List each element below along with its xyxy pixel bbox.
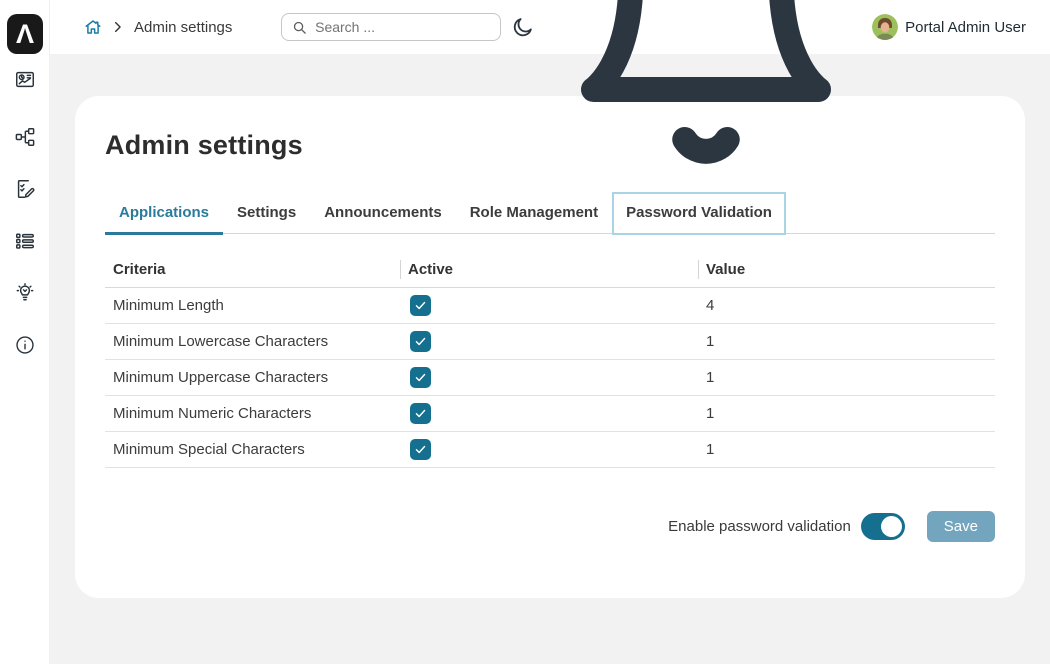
active-cell: [400, 295, 698, 316]
value-cell: 1: [698, 441, 995, 458]
table-row: Minimum Length 4: [105, 288, 995, 324]
app-logo[interactable]: Λ: [7, 14, 43, 54]
active-checkbox[interactable]: [410, 439, 431, 460]
main-content: Admin settings Applications Settings Ann…: [50, 54, 1050, 664]
tab-announcements[interactable]: Announcements: [310, 192, 456, 233]
criteria-cell: Minimum Uppercase Characters: [105, 369, 400, 386]
lightbulb-icon[interactable]: [14, 282, 36, 304]
list-icon[interactable]: [14, 230, 36, 252]
tab-applications[interactable]: Applications: [105, 192, 223, 233]
table-row: Minimum Numeric Characters 1: [105, 396, 995, 432]
active-cell: [400, 403, 698, 424]
chevron-right-icon: [111, 20, 125, 34]
card-footer: Enable password validation Save: [105, 511, 995, 542]
column-header-active: Active: [400, 252, 698, 287]
breadcrumb: Admin settings: [84, 18, 232, 36]
home-icon[interactable]: [84, 18, 102, 36]
value-cell: 1: [698, 405, 995, 422]
notifications: 99+: [556, 0, 856, 177]
tab-password-validation[interactable]: Password Validation: [612, 192, 786, 235]
user-avatar[interactable]: [872, 14, 898, 40]
search-box: [281, 13, 501, 41]
save-button[interactable]: Save: [927, 511, 995, 542]
active-checkbox[interactable]: [410, 331, 431, 352]
hierarchy-icon[interactable]: [14, 126, 36, 148]
value-cell: 1: [698, 333, 995, 350]
top-header: Admin settings 99+ Portal Admi: [50, 0, 1050, 54]
column-header-criteria: Criteria: [105, 252, 400, 287]
criteria-table: Criteria Active Value Minimum Length 4 M…: [105, 252, 995, 468]
tab-bar: Applications Settings Announcements Role…: [105, 192, 995, 234]
sidebar: Λ: [0, 0, 50, 664]
tab-settings[interactable]: Settings: [223, 192, 310, 233]
value-cell: 4: [698, 297, 995, 314]
enable-validation-toggle[interactable]: [861, 513, 905, 540]
active-checkbox[interactable]: [410, 403, 431, 424]
criteria-cell: Minimum Length: [105, 297, 400, 314]
active-checkbox[interactable]: [410, 295, 431, 316]
criteria-cell: Minimum Numeric Characters: [105, 405, 400, 422]
active-cell: [400, 367, 698, 388]
table-row: Minimum Special Characters 1: [105, 432, 995, 468]
form-edit-icon[interactable]: [14, 178, 36, 200]
user-name[interactable]: Portal Admin User: [905, 19, 1026, 36]
table-row: Minimum Lowercase Characters 1: [105, 324, 995, 360]
admin-settings-card: Admin settings Applications Settings Ann…: [75, 96, 1025, 598]
value-cell: 1: [698, 369, 995, 386]
enable-validation-label: Enable password validation: [668, 518, 851, 535]
info-icon[interactable]: [14, 334, 36, 356]
toggle-knob: [881, 516, 902, 537]
page-title: Admin settings: [105, 130, 995, 161]
search-input[interactable]: [315, 19, 490, 35]
active-checkbox[interactable]: [410, 367, 431, 388]
breadcrumb-current: Admin settings: [134, 19, 232, 36]
active-cell: [400, 331, 698, 352]
active-cell: [400, 439, 698, 460]
dashboard-icon[interactable]: [14, 69, 36, 91]
tab-role-management[interactable]: Role Management: [456, 192, 612, 233]
table-header-row: Criteria Active Value: [105, 252, 995, 288]
dark-mode-toggle-icon[interactable]: [512, 16, 534, 38]
bell-icon[interactable]: [556, 0, 856, 177]
criteria-cell: Minimum Lowercase Characters: [105, 333, 400, 350]
criteria-cell: Minimum Special Characters: [105, 441, 400, 458]
table-row: Minimum Uppercase Characters 1: [105, 360, 995, 396]
column-header-value: Value: [698, 252, 995, 287]
search-icon: [292, 20, 307, 35]
